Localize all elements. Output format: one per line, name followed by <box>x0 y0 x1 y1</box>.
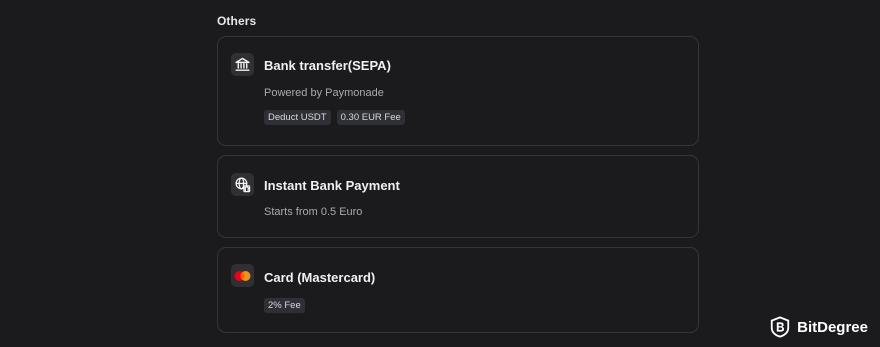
watermark-text: BitDegree <box>797 318 868 336</box>
fee-badge: 0.30 EUR Fee <box>336 110 405 125</box>
globe-bank-icon <box>231 173 254 196</box>
method-title: Card (Mastercard) <box>264 270 376 285</box>
deduct-badge: Deduct USDT <box>264 110 331 125</box>
method-title: Bank transfer(SEPA) <box>264 58 391 73</box>
mastercard-icon <box>231 264 254 287</box>
method-badges: Deduct USDT 0.30 EUR Fee <box>264 110 405 125</box>
bitdegree-watermark: BitDegree <box>769 316 868 338</box>
payment-method-instant-bank[interactable]: Instant Bank Payment Starts from 0.5 Eur… <box>217 155 699 238</box>
fee-badge: 2% Fee <box>264 298 305 313</box>
method-badges: 2% Fee <box>264 298 305 313</box>
bank-icon <box>231 53 254 76</box>
payment-method-card[interactable]: Card (Mastercard) 2% Fee <box>217 247 699 333</box>
method-subtitle: Starts from 0.5 Euro <box>264 206 363 218</box>
method-title: Instant Bank Payment <box>264 178 400 193</box>
payment-method-bank-transfer[interactable]: Bank transfer(SEPA) Powered by Paymonade… <box>217 36 699 146</box>
method-subtitle: Powered by Paymonade <box>264 87 384 99</box>
bitdegree-logo-icon <box>770 316 790 338</box>
section-title: Others <box>217 14 257 28</box>
